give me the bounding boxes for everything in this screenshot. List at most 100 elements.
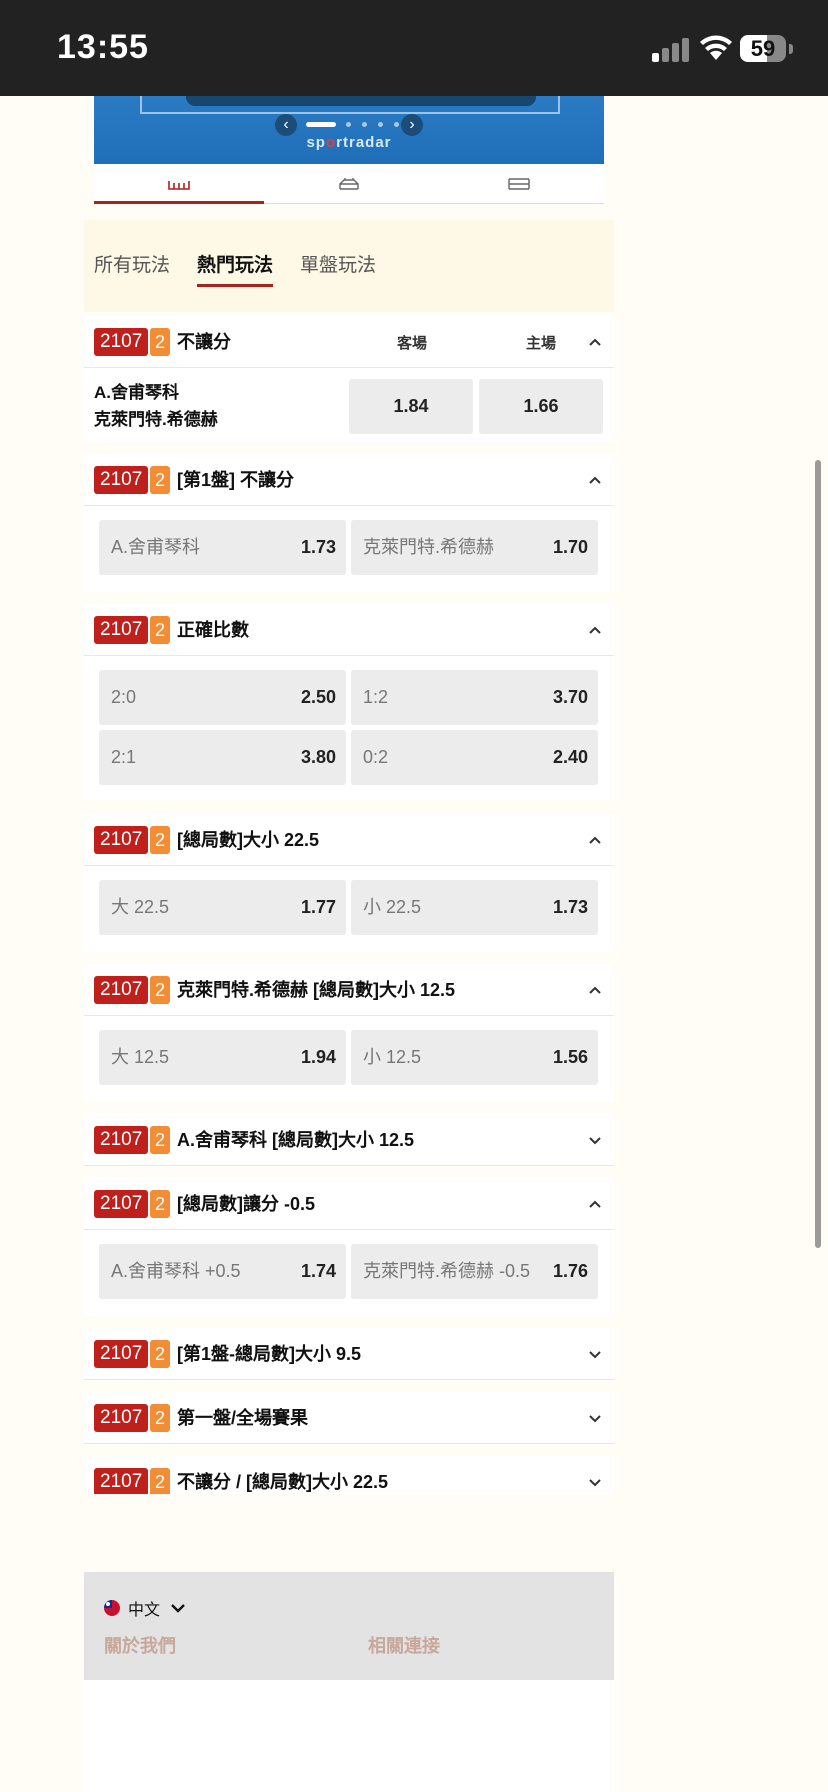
market-title: A.舍甫琴科 [總局數]大小 12.5	[177, 1130, 415, 1150]
market-code-badge: 2107	[94, 1404, 149, 1432]
odds-label: 小 12.5	[363, 1047, 422, 1067]
market-section: 2107 2 [第1盤] 不讓分 A.舍甫琴科 1.73 克萊門特.希德赫 1.…	[84, 454, 614, 592]
market-header[interactable]: 2107 2 正確比數	[84, 604, 614, 656]
odds-option[interactable]: 2:1 3.80	[99, 730, 346, 785]
team-away-name: A.舍甫琴科	[94, 383, 179, 402]
footer-blank-area	[84, 1680, 614, 1792]
market-section: 2107 2 第一盤/全場賽果	[84, 1392, 614, 1444]
odds-value: 1.74	[300, 1261, 336, 1281]
tab-field-view[interactable]	[94, 164, 264, 204]
tab-set-bets[interactable]: 單盤玩法	[300, 250, 376, 277]
market-code-badge: 2107	[94, 1468, 149, 1494]
odds-label: 克萊門特.希德赫 -0.5	[363, 1261, 531, 1281]
odds-option[interactable]: 大 22.5 1.77	[99, 880, 346, 935]
category-tabs: 所有玩法 熱門玩法 單盤玩法	[84, 220, 614, 312]
odds-option[interactable]: 克萊門特.希德赫 -0.5 1.76	[351, 1244, 598, 1299]
market-code-badge: 2107	[94, 826, 149, 854]
view-tabs	[94, 164, 604, 204]
odds-value: 3.70	[552, 687, 588, 707]
odds-value: 1.94	[300, 1047, 336, 1067]
market-count-badge: 2	[150, 328, 170, 356]
chevron-down-icon	[171, 1604, 185, 1613]
market-count-badge: 2	[150, 466, 170, 494]
related-links-link[interactable]: 相關連接	[368, 1632, 440, 1658]
market-title: [第1盤-總局數]大小 9.5	[177, 1344, 362, 1364]
column-away: 客場	[397, 335, 428, 352]
field-view-icon	[168, 180, 190, 190]
market-header[interactable]: 2107 2 [第1盤] 不讓分	[84, 454, 614, 506]
chevron-down-icon	[589, 1137, 601, 1145]
market-header[interactable]: 2107 2 不讓分 客場 主場	[84, 316, 614, 368]
team-home-name: 克萊門特.希德赫	[94, 410, 218, 429]
tab-lineup-view[interactable]	[434, 164, 604, 203]
odds-option[interactable]: 小 22.5 1.73	[351, 880, 598, 935]
language-selector[interactable]: 中文	[104, 1596, 186, 1620]
scrollbar[interactable]	[815, 460, 821, 1248]
stats-view-icon	[339, 177, 359, 190]
market-section: 2107 2 不讓分 / [總局數]大小 22.5	[84, 1456, 614, 1494]
odds-label: 大 22.5	[111, 897, 170, 917]
lineup-view-icon	[508, 177, 530, 190]
odds-label: 克萊門特.希德赫	[363, 537, 495, 557]
market-title: 第一盤/全場賽果	[177, 1408, 309, 1428]
chevron-down-icon	[589, 1415, 601, 1423]
market-header[interactable]: 2107 2 [第1盤-總局數]大小 9.5	[84, 1328, 614, 1380]
page-footer: 中文 關於我們 相關連接	[84, 1572, 614, 1680]
market-title: 正確比數	[177, 620, 249, 640]
about-us-link[interactable]: 關於我們	[104, 1632, 176, 1658]
carousel-dot[interactable]	[306, 122, 336, 127]
carousel-next-button[interactable]: ›	[401, 114, 423, 136]
taiwan-flag-icon	[104, 1600, 120, 1616]
carousel-prev-button[interactable]: ‹	[275, 114, 297, 136]
odds-option[interactable]: A.舍甫琴科 +0.5 1.74	[99, 1244, 346, 1299]
odds-option[interactable]: 1:2 3.70	[351, 670, 598, 725]
market-section: 2107 2 正確比數 2:0 2.50 1:2 3.70 2:1 3.80 0…	[84, 604, 614, 800]
market-header[interactable]: 2107 2 第一盤/全場賽果	[84, 1392, 614, 1444]
odds-option[interactable]: 小 12.5 1.56	[351, 1030, 598, 1085]
battery-percent: 59	[750, 36, 776, 61]
odds-value: 1.56	[552, 1047, 588, 1067]
odds-label: 2:0	[111, 687, 137, 707]
market-count-badge: 2	[150, 826, 170, 854]
market-count-badge: 2	[150, 616, 170, 644]
market-header[interactable]: 2107 2 A.舍甫琴科 [總局數]大小 12.5	[84, 1114, 614, 1166]
odds-option[interactable]: 克萊門特.希德赫 1.70	[351, 520, 598, 575]
odds-option[interactable]: 大 12.5 1.94	[99, 1030, 346, 1085]
market-code-badge: 2107	[94, 1190, 149, 1218]
market-count-badge: 2	[150, 1404, 170, 1432]
odds-value: 2.40	[552, 747, 588, 767]
match-tracker[interactable]: ‹ › sportradar	[94, 96, 604, 164]
odds-value: 1.70	[552, 537, 588, 557]
chevron-up-icon	[589, 476, 601, 484]
chevron-up-icon	[589, 836, 601, 844]
market-header[interactable]: 2107 2 [總局數]大小 22.5	[84, 814, 614, 866]
column-home: 主場	[526, 335, 557, 352]
carousel-dot[interactable]	[394, 122, 399, 127]
market-header[interactable]: 2107 2 [總局數]讓分 -0.5	[84, 1178, 614, 1230]
market-title: [總局數]讓分 -0.5	[177, 1194, 316, 1214]
odds-value: 1.73	[552, 897, 588, 917]
market-count-badge: 2	[150, 1190, 170, 1218]
tab-popular-bets[interactable]: 熱門玩法	[197, 250, 274, 287]
odds-option[interactable]: A.舍甫琴科 1.73	[99, 520, 346, 575]
odds-button-home[interactable]: 1.66	[479, 379, 603, 434]
odds-button-away[interactable]: 1.84	[349, 379, 473, 434]
odds-label: A.舍甫琴科 +0.5	[111, 1261, 241, 1281]
market-code-badge: 2107	[94, 328, 149, 356]
tab-all-bets[interactable]: 所有玩法	[94, 250, 170, 277]
carousel-dot[interactable]	[378, 122, 383, 127]
carousel-dot[interactable]	[346, 122, 351, 127]
market-header[interactable]: 2107 2 克萊門特.希德赫 [總局數]大小 12.5	[84, 964, 614, 1016]
tab-stats-view[interactable]	[264, 164, 434, 203]
carousel-dot[interactable]	[362, 122, 367, 127]
battery-tip	[789, 44, 793, 54]
odds-option[interactable]: 2:0 2.50	[99, 670, 346, 725]
battery-icon: 59	[740, 35, 786, 62]
market-header[interactable]: 2107 2 不讓分 / [總局數]大小 22.5	[84, 1456, 614, 1494]
status-bar: 13:55 59	[0, 0, 828, 96]
market-title: [第1盤] 不讓分	[177, 470, 294, 490]
market-count-badge: 2	[150, 1126, 170, 1154]
odds-option[interactable]: 0:2 2.40	[351, 730, 598, 785]
market-code-badge: 2107	[94, 1126, 149, 1154]
odds-value: 3.80	[300, 747, 336, 767]
